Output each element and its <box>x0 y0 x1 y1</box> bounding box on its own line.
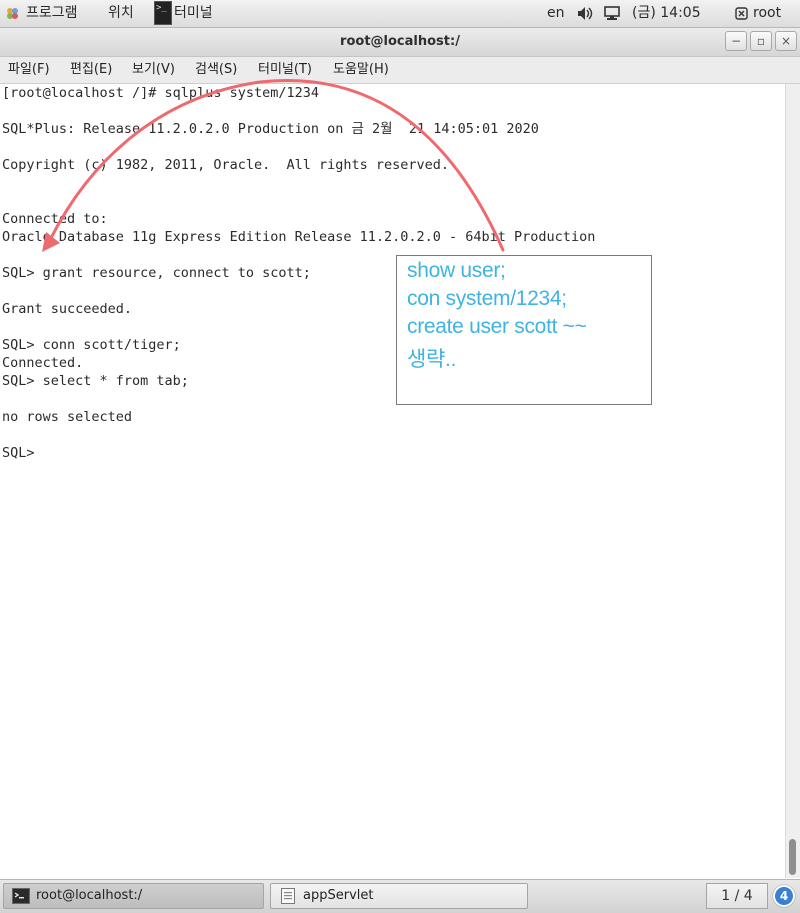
annotation-line: 생략.. <box>407 348 457 371</box>
menu-file[interactable]: 파일(F) <box>8 57 50 83</box>
terminal-line: SQL> grant resource, connect to scott; <box>2 265 311 281</box>
menu-help[interactable]: 도움말(H) <box>333 57 389 83</box>
terminal-scrollbar[interactable] <box>785 84 800 878</box>
menu-view[interactable]: 보기(V) <box>132 57 175 83</box>
top-panel: 프로그램 위치 >_ 터미널 en (금) 14:05 root <box>0 0 800 28</box>
places-menu[interactable]: 위치 <box>108 0 134 27</box>
applications-menu[interactable]: 프로그램 <box>26 0 78 27</box>
user-icon[interactable] <box>735 7 748 20</box>
annotation-note: show user; con system/1234; create user … <box>396 255 652 405</box>
bottom-taskbar: root@localhost:/ appServlet 1 / 4 4 <box>0 879 800 913</box>
terminal-line: [root@localhost /]# sqlplus system/1234 <box>2 85 319 101</box>
terminal-line: Copyright (c) 1982, 2011, Oracle. All ri… <box>2 157 450 173</box>
terminal-prompt-line: SQL> <box>2 445 43 461</box>
menubar: 파일(F) 편집(E) 보기(V) 검색(S) 터미널(T) 도움말(H) <box>0 57 800 84</box>
terminal-line: Connected. <box>2 355 84 371</box>
terminal-task-icon[interactable]: >_ <box>154 1 172 25</box>
user-menu[interactable]: root <box>753 0 781 27</box>
maximize-button[interactable]: ▫ <box>750 31 772 51</box>
menu-search[interactable]: 검색(S) <box>195 57 237 83</box>
network-icon[interactable] <box>604 6 621 22</box>
terminal-line: Connected to: <box>2 211 108 227</box>
volume-icon[interactable] <box>577 6 593 21</box>
minimize-button[interactable]: − <box>725 31 747 51</box>
notification-badge[interactable]: 4 <box>773 885 795 907</box>
scrollbar-thumb[interactable] <box>789 839 796 875</box>
close-button[interactable]: × <box>775 31 797 51</box>
terminal-line: SQL> select * from tab; <box>2 373 189 389</box>
applications-menu-icon[interactable] <box>6 7 19 20</box>
menu-edit[interactable]: 편집(E) <box>70 57 112 83</box>
annotation-line: con system/1234; <box>407 287 567 310</box>
annotation-line: show user; <box>407 259 506 282</box>
annotation-line: create user scott ~~ <box>407 315 587 338</box>
terminal-line: SQL> conn scott/tiger; <box>2 337 181 353</box>
task-appservlet[interactable]: appServlet <box>270 883 528 909</box>
clock[interactable]: (금) 14:05 <box>632 0 701 27</box>
language-indicator[interactable]: en <box>547 0 565 27</box>
terminal-line: no rows selected <box>2 409 133 425</box>
terminal-line: SQL*Plus: Release 11.2.0.2.0 Production … <box>2 121 539 137</box>
window-titlebar[interactable]: root@localhost:/ − ▫ × <box>0 28 800 57</box>
task-label: root@localhost:/ <box>36 888 143 903</box>
task-terminal[interactable]: root@localhost:/ <box>3 883 264 909</box>
terminal-line: Grant succeeded. <box>2 301 133 317</box>
window-title: root@localhost:/ <box>340 34 460 49</box>
workspace-pager[interactable]: 1 / 4 <box>706 883 768 909</box>
task-label: appServlet <box>303 888 374 903</box>
document-icon <box>281 888 295 904</box>
terminal-icon <box>12 888 30 904</box>
menu-terminal[interactable]: 터미널(T) <box>258 57 312 83</box>
terminal-area[interactable]: [root@localhost /]# sqlplus system/1234 … <box>0 84 786 878</box>
terminal-line: Oracle Database 11g Express Edition Rele… <box>2 229 596 245</box>
active-window-label[interactable]: 터미널 <box>174 0 213 27</box>
